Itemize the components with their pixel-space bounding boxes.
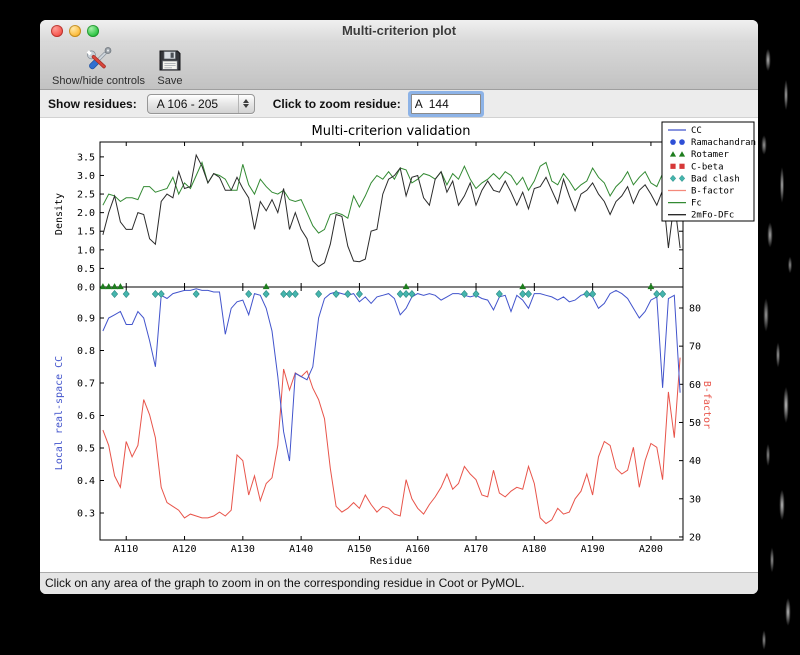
save-button[interactable]: Save — [151, 43, 189, 89]
svg-text:A140: A140 — [289, 544, 313, 555]
svg-text:A120: A120 — [172, 544, 196, 555]
svg-text:40: 40 — [689, 456, 701, 467]
svg-text:0.9: 0.9 — [77, 314, 95, 325]
toolbar: Show/hide controls Save — [40, 42, 758, 90]
window-title: Multi-criterion plot — [341, 23, 457, 38]
chart-title: Multi-criterion validation — [312, 124, 471, 139]
svg-text:3.0: 3.0 — [77, 171, 95, 182]
svg-text:30: 30 — [689, 494, 701, 505]
svg-text:0.3: 0.3 — [77, 508, 95, 519]
svg-text:20: 20 — [689, 532, 701, 543]
zoom-residue-input[interactable] — [410, 93, 481, 114]
svg-text:Fc: Fc — [691, 199, 702, 209]
bfactor-axis-label: B-factor — [701, 381, 712, 429]
svg-text:A110: A110 — [114, 544, 138, 555]
svg-text:3.5: 3.5 — [77, 152, 95, 163]
svg-text:Ramachandran: Ramachandran — [691, 138, 756, 148]
svg-text:0.8: 0.8 — [77, 346, 95, 357]
bfactor-y-ticks: 20 30 40 50 60 70 80 — [679, 303, 701, 543]
save-icon — [157, 45, 183, 75]
chart-svg: A110 A120 A130 A140 A150 A160 A170 A180 A190 A200… — [54, 121, 756, 567]
svg-text:2.5: 2.5 — [77, 190, 95, 201]
svg-text:A180: A180 — [522, 544, 546, 555]
svg-text:0.4: 0.4 — [77, 476, 95, 487]
density-axis-label: Density — [54, 193, 65, 235]
density-plot-frame — [99, 141, 684, 288]
desktop-background — [756, 0, 800, 655]
zoom-window-button[interactable] — [87, 25, 99, 37]
show-hide-controls-button[interactable]: Show/hide controls — [46, 43, 151, 89]
cc-line — [102, 288, 681, 462]
svg-text:A150: A150 — [347, 544, 371, 555]
legend: CC Ramachandran Rotamer C-beta Bad clash B-fa… — [661, 121, 756, 222]
multi-criterion-plot-window: Multi-criterion plot Show/hide controls … — [40, 20, 758, 594]
svg-text:2mFo-DFc: 2mFo-DFc — [691, 211, 734, 221]
svg-text:A190: A190 — [581, 544, 605, 555]
svg-text:1.0: 1.0 — [77, 245, 95, 256]
up-down-arrows-icon — [237, 94, 254, 113]
status-bar: Click on any area of the graph to zoom i… — [40, 572, 758, 594]
svg-text:2.0: 2.0 — [77, 208, 95, 219]
svg-text:70: 70 — [689, 342, 701, 353]
svg-text:B-factor: B-factor — [691, 187, 735, 197]
svg-text:0.0: 0.0 — [77, 283, 95, 294]
window-titlebar: Multi-criterion plot — [40, 20, 758, 43]
plot-canvas[interactable]: A110 A120 A130 A140 A150 A160 A170 A180 A190 A200… — [40, 118, 758, 572]
minimize-button[interactable] — [69, 25, 81, 37]
crossed-tools-icon — [83, 45, 113, 75]
svg-text:0.5: 0.5 — [77, 264, 95, 275]
svg-text:Bad clash: Bad clash — [691, 174, 740, 184]
show-residues-select[interactable]: A 106 - 205 — [146, 93, 255, 114]
svg-text:0.5: 0.5 — [77, 443, 95, 454]
residue-axis-label: Residue — [370, 556, 412, 567]
close-button[interactable] — [51, 25, 63, 37]
svg-text:A200: A200 — [639, 544, 663, 555]
svg-text:Rotamer: Rotamer — [691, 150, 730, 160]
svg-text:60: 60 — [689, 380, 701, 391]
svg-text:1.5: 1.5 — [77, 227, 95, 238]
show-residues-value: A 106 - 205 — [156, 96, 219, 111]
svg-text:A170: A170 — [464, 544, 488, 555]
cc-axis-label: Local real-space CC — [54, 356, 65, 470]
status-text: Click on any area of the graph to zoom i… — [45, 576, 525, 590]
zoom-residue-label: Click to zoom residue: — [272, 96, 401, 111]
svg-text:0.6: 0.6 — [77, 411, 95, 422]
svg-text:A130: A130 — [231, 544, 255, 555]
svg-text:80: 80 — [689, 303, 701, 314]
svg-text:A160: A160 — [406, 544, 430, 555]
cc-bfactor-plot-frame — [99, 286, 684, 541]
b-factor-line — [102, 357, 681, 525]
svg-text:CC: CC — [691, 126, 702, 136]
show-residues-label: Show residues: — [48, 96, 137, 111]
svg-text:0.7: 0.7 — [77, 379, 95, 390]
svg-text:C-beta: C-beta — [691, 162, 724, 172]
svg-text:50: 50 — [689, 418, 701, 429]
show-hide-controls-label: Show/hide controls — [52, 75, 145, 87]
controls-bar: Show residues: A 106 - 205 Click to zoom… — [40, 90, 758, 118]
save-label: Save — [157, 75, 183, 87]
